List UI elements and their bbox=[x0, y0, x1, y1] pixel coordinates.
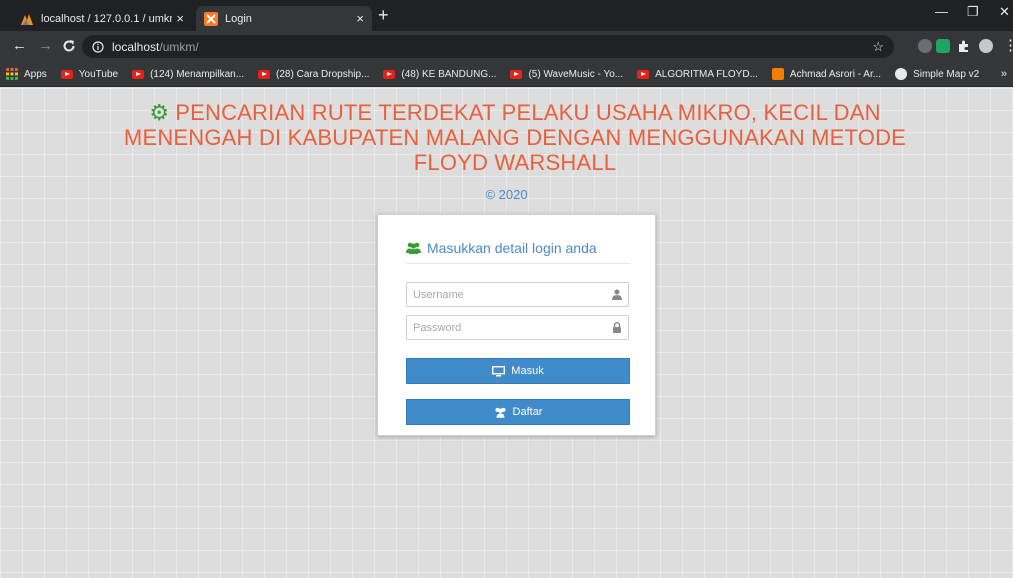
page-title-line-2: MENENGAH DI KABUPATEN MALANG DENGAN MENG… bbox=[123, 125, 907, 150]
register-button[interactable]: Daftar bbox=[406, 399, 630, 425]
youtube-icon bbox=[383, 69, 396, 79]
bookmark-item[interactable]: (48) KE BANDUNG... bbox=[383, 69, 496, 80]
password-field-wrapper bbox=[406, 315, 629, 340]
close-window-button[interactable]: ✕ bbox=[999, 4, 1010, 20]
users-icon bbox=[406, 242, 421, 254]
extension-icon[interactable] bbox=[918, 39, 932, 53]
cogs-icon: ⚙ bbox=[149, 100, 170, 125]
bookmark-label: (5) WaveMusic - Yo... bbox=[528, 68, 624, 80]
url-path: /umkm/ bbox=[159, 39, 199, 54]
globe-icon bbox=[895, 68, 908, 80]
apps-grid-icon bbox=[6, 68, 18, 80]
page-title-line-3: FLOYD WARSHALL bbox=[413, 150, 617, 175]
youtube-icon bbox=[258, 69, 271, 79]
tab-close-icon[interactable]: × bbox=[176, 11, 184, 26]
user-icon bbox=[612, 289, 622, 300]
users-icon bbox=[494, 407, 506, 418]
star-icon[interactable]: ☆ bbox=[872, 39, 884, 55]
forward-arrow-icon[interactable]: → bbox=[38, 38, 53, 54]
register-button-label: Daftar bbox=[512, 406, 543, 418]
tab-login[interactable]: Login × bbox=[196, 6, 372, 31]
login-heading-text: Masukkan detail login anda bbox=[427, 240, 597, 256]
bookmark-label: YouTube bbox=[78, 68, 119, 80]
new-tab-button[interactable]: + bbox=[378, 5, 389, 26]
password-input[interactable] bbox=[407, 316, 628, 339]
phpmyadmin-icon bbox=[21, 13, 33, 25]
bookmark-apps[interactable]: Apps bbox=[6, 68, 47, 80]
xampp-icon bbox=[204, 11, 218, 26]
bookmark-item[interactable]: Achmad Asrori - Ar... bbox=[771, 68, 882, 80]
youtube-icon bbox=[510, 69, 523, 79]
username-input[interactable] bbox=[407, 283, 628, 306]
tab-title: localhost / 127.0.0.1 / umkm / da bbox=[41, 12, 172, 25]
tab-title: Login bbox=[225, 12, 252, 25]
blogger-icon bbox=[771, 68, 784, 80]
login-heading: Masukkan detail login anda bbox=[406, 240, 630, 264]
bookmark-item[interactable]: (28) Cara Dropship... bbox=[258, 69, 369, 80]
extension-icon[interactable] bbox=[936, 39, 950, 53]
lock-icon bbox=[613, 322, 621, 333]
login-panel: Masukkan detail login anda Masuk bbox=[377, 214, 656, 436]
bookmark-label: Simple Map v2 bbox=[913, 68, 980, 80]
menu-dots-icon[interactable]: ⋮ bbox=[1003, 38, 1013, 54]
minimize-button[interactable]: — bbox=[935, 4, 948, 19]
bookmark-label: (124) Menampilkan... bbox=[150, 68, 245, 80]
reload-icon[interactable] bbox=[62, 39, 76, 53]
login-button-label: Masuk bbox=[511, 365, 544, 377]
bookmark-item[interactable]: ALGORITMA FLOYD... bbox=[637, 69, 758, 80]
bookmark-item[interactable]: (5) WaveMusic - Yo... bbox=[510, 69, 623, 80]
bookmark-label: (28) Cara Dropship... bbox=[276, 68, 370, 80]
page-content: ⚙ PENCARIAN RUTE TERDEKAT PELAKU USAHA MI… bbox=[0, 88, 1013, 578]
bookmark-label: (48) KE BANDUNG... bbox=[401, 68, 497, 80]
bookmarks-bar: Apps YouTube (124) Menampilkan... (28) C… bbox=[0, 62, 1013, 87]
login-button[interactable]: Masuk bbox=[406, 358, 630, 384]
browser-toolbar: ← → localhost/umkm/ ☆ ⋮ bbox=[0, 31, 1013, 62]
youtube-icon bbox=[60, 69, 73, 79]
bookmark-label: ALGORITMA FLOYD... bbox=[655, 68, 758, 80]
page-title-line-1: PENCARIAN RUTE TERDEKAT PELAKU USAHA MIK… bbox=[175, 100, 881, 125]
bookmarks-overflow-button[interactable]: » bbox=[1001, 68, 1007, 80]
puzzle-icon[interactable] bbox=[957, 39, 971, 53]
youtube-icon bbox=[637, 69, 650, 79]
page-title: ⚙ PENCARIAN RUTE TERDEKAT PELAKU USAHA MI… bbox=[90, 100, 940, 175]
bookmark-label: Apps bbox=[24, 68, 47, 80]
tab-phpmyadmin[interactable]: localhost / 127.0.0.1 / umkm / da × bbox=[12, 6, 192, 31]
copyright-text: © 2020 bbox=[485, 187, 528, 202]
username-field-wrapper bbox=[406, 282, 629, 307]
youtube-icon bbox=[132, 69, 145, 79]
back-arrow-icon[interactable]: ← bbox=[12, 38, 27, 54]
info-icon[interactable] bbox=[92, 40, 104, 53]
bookmark-label: Achmad Asrori - Ar... bbox=[789, 68, 882, 80]
monitor-icon bbox=[492, 365, 506, 376]
browser-tab-strip: localhost / 127.0.0.1 / umkm / da × Logi… bbox=[0, 0, 1013, 31]
address-bar[interactable]: localhost/umkm/ ☆ bbox=[82, 35, 894, 58]
tab-close-icon[interactable]: × bbox=[356, 11, 364, 26]
bookmark-item[interactable]: Simple Map v2 bbox=[895, 68, 979, 80]
bookmark-item[interactable]: (124) Menampilkan... bbox=[132, 69, 244, 80]
url-host: localhost bbox=[112, 39, 160, 54]
bookmark-youtube[interactable]: YouTube bbox=[60, 68, 119, 80]
profile-avatar[interactable] bbox=[979, 39, 993, 53]
restore-button[interactable]: ❐ bbox=[967, 4, 979, 20]
